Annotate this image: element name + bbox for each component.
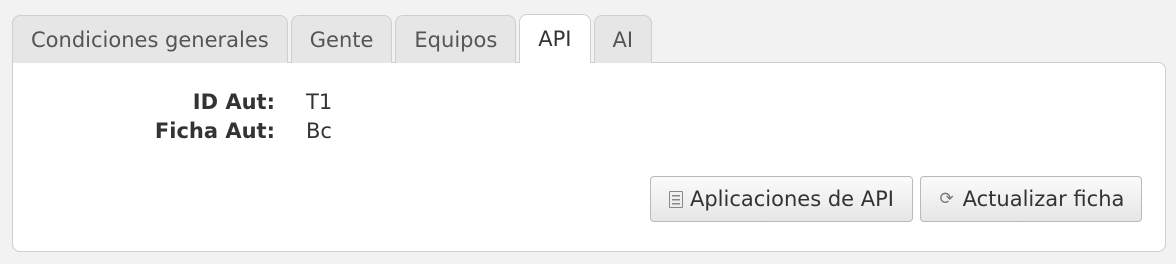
api-applications-label: Aplicaciones de API	[689, 187, 894, 211]
tab-teams[interactable]: Equipos	[395, 15, 517, 63]
tab-people[interactable]: Gente	[290, 15, 393, 63]
tab-api[interactable]: API	[519, 14, 591, 63]
tab-bar: Condiciones generales Gente Equipos API …	[12, 14, 1166, 63]
list-icon	[668, 190, 683, 208]
api-applications-button[interactable]: Aplicaciones de API	[650, 176, 913, 222]
tab-ai[interactable]: AI	[593, 15, 653, 63]
auth-id-row: ID Aut: T1	[13, 88, 332, 116]
auth-id-value: T1	[306, 90, 333, 114]
refresh-token-label: Actualizar ficha	[962, 187, 1125, 211]
auth-token-label: Ficha Aut:	[154, 119, 275, 143]
auth-token-row: Ficha Aut: Bc	[13, 117, 332, 145]
api-panel: ID Aut: T1 Ficha Aut: Bc Aplicaciones de…	[12, 62, 1166, 252]
auth-id-label: ID Aut:	[192, 90, 275, 114]
auth-token-value: Bc	[306, 119, 332, 143]
tab-general-conditions[interactable]: Condiciones generales	[12, 15, 288, 63]
refresh-token-button[interactable]: ⟳ Actualizar ficha	[920, 176, 1142, 222]
refresh-icon: ⟳	[939, 189, 954, 209]
settings-tab-container: Condiciones generales Gente Equipos API …	[12, 14, 1166, 252]
